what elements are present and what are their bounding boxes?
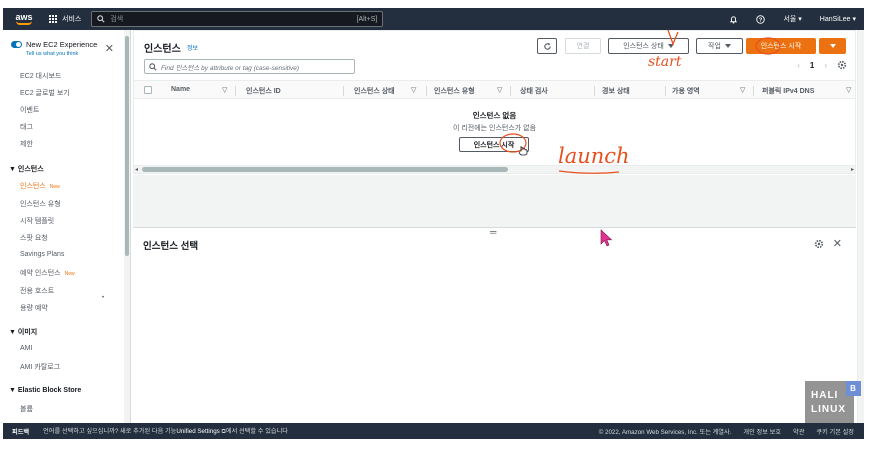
annotation-launch: launch: [558, 144, 630, 168]
circle-mark: [755, 37, 781, 55]
annotation-start: start: [648, 54, 682, 70]
hand-cursor-icon: [518, 146, 528, 156]
mouse-pointer-icon: [600, 229, 613, 247]
channel-watermark: HALI LINUX B: [805, 381, 861, 423]
watermark-badge: B: [846, 381, 861, 396]
checkmark-mark: [667, 29, 679, 46]
annotation-overlay: [499, 29, 781, 174]
underline-mark: [558, 170, 620, 174]
screen: aws 서비스 검색 [Alt+S] ? 서울 ▾ HanSiLee ▾ New…: [0, 0, 878, 451]
watermark-line-2: LINUX: [811, 404, 846, 415]
